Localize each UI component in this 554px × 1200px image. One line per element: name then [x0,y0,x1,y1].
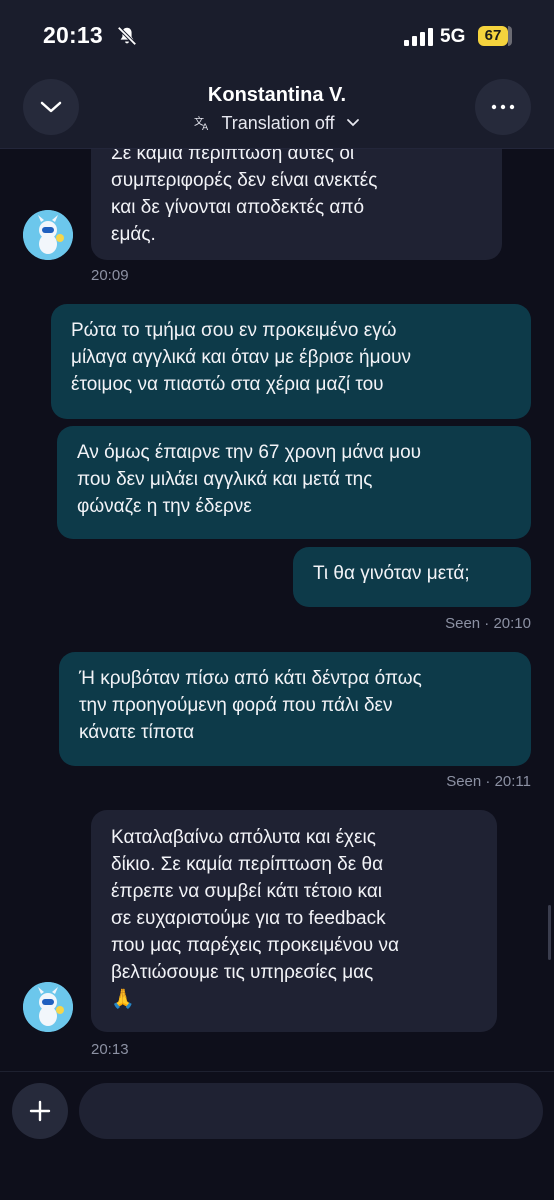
message-line: έπρεπε να συμβεί κάτι τέτοιο και [111,881,383,902]
message-line: δίκιο. Σε καμία περίπτωση δε θα [111,854,384,875]
more-dots-icon [491,104,515,110]
message-timestamp: 20:09 [91,267,129,284]
bell-muted-icon [117,26,137,46]
signal-icon [404,28,433,46]
message-line: έτοιμος να πιαστώ στα χέρια μαζί του [71,374,384,395]
message-line: εμάς. [111,224,156,245]
outgoing-message: Αν όμως έπαιρνε την 67 χρονη μάνα μου πο… [57,426,531,539]
battery-icon: 67 [478,26,514,46]
message-line: την προηγούμενη φορά που πάλι δεν [79,695,393,716]
robot-mascot-icon [23,210,73,260]
message-input[interactable] [79,1083,543,1139]
agent-avatar[interactable] [23,982,73,1032]
message-line: και δε γίνονται αποδεκτές από [111,197,365,218]
outgoing-message: Τι θα γινόταν μετά; [293,547,531,607]
outgoing-message: Ή κρυβόταν πίσω από κάτι δέντρα όπως την… [59,652,531,766]
agent-avatar[interactable] [23,210,73,260]
message-emoji: 🙏 [111,989,135,1010]
message-line: κάνατε τίποτα [79,722,195,743]
network-label: 5G [440,26,466,47]
chevron-down-icon [346,119,359,127]
message-line: Ρώτα το τμήμα σου εν προκειμένο εγώ [71,320,397,341]
message-line: μίλαγα αγγλικά και όταν με έβρισε ήμουν [71,347,411,368]
message-line: Αν όμως έπαιρνε την 67 χρονη μάνα μου [77,442,422,463]
seen-status: Seen · 20:10 [445,615,531,632]
incoming-message: Καταλαβαίνω απόλυτα και έχεις δίκιο. Σε … [91,810,497,1032]
message-line: συμπεριφορές δεν είναι ανεκτές [111,170,378,191]
robot-mascot-icon [23,982,73,1032]
message-timestamp: 20:13 [91,1041,129,1058]
more-options-button[interactable] [475,79,531,135]
battery-level: 67 [478,26,508,46]
message-line: Ή κρυβόταν πίσω από κάτι δέντρα όπως [79,668,422,689]
outgoing-message: Ρώτα το τμήμα σου εν προκειμένο εγώ μίλα… [51,304,531,419]
plus-icon [29,1100,51,1122]
translation-toggle[interactable]: 文 A Translation off [0,112,554,134]
message-line: βελτιώσουμε τις υπηρεσίες μας [111,962,374,983]
seen-status: Seen · 20:11 [446,773,531,790]
status-time: 20:13 [43,22,103,48]
message-line: Καταλαβαίνω απόλυτα και έχεις [111,827,376,848]
message-line: που μας παρέχεις προκειμένου να [111,935,399,956]
attach-button[interactable] [12,1083,68,1139]
message-line: σε ευχαριστούμε για το feedback [111,908,386,929]
contact-name[interactable]: Konstantina V. [0,84,554,107]
top-bar: 20:13 5G 67 Konstantina V. 文 A Translati… [0,0,554,149]
message-line: φώναζε η την έδερνε [77,496,252,517]
translation-label: Translation off [221,112,335,133]
message-line: Τι θα γινόταν μετά; [313,563,470,584]
scrollbar[interactable] [548,905,551,960]
svg-text:A: A [202,123,209,131]
message-line: που δεν μιλάει αγγλικά και μετά της [77,469,373,490]
translate-icon: 文 A [194,115,209,131]
